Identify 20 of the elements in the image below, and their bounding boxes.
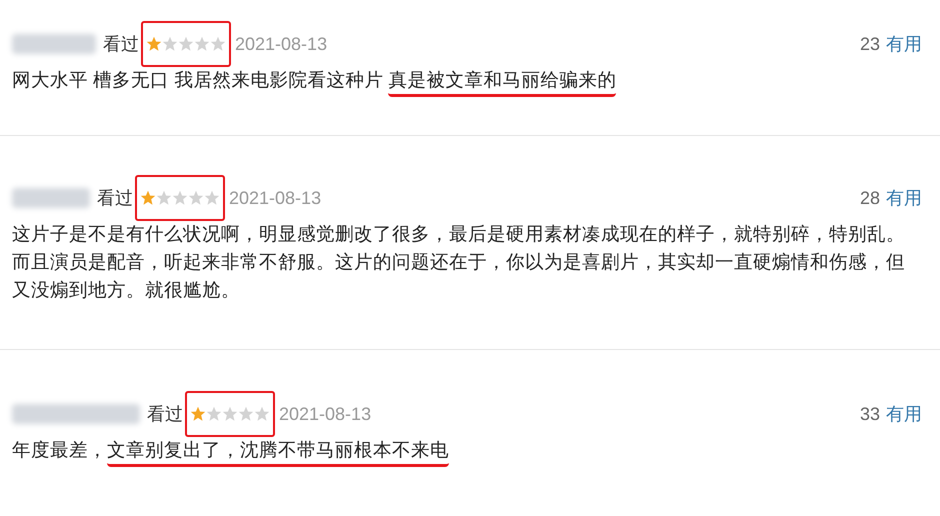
- useful-link[interactable]: 有用: [886, 30, 922, 58]
- watched-label: 看过: [97, 186, 133, 210]
- review-text: 这片子是不是有什么状况啊，明显感觉删改了很多，最后是硬用素材凑成现在的样子，就特别碎，特别乱。: [12, 222, 905, 246]
- filled-star-icon: [146, 36, 162, 52]
- useful-count: 33: [860, 402, 880, 426]
- review-text: 年度最差，文章别复出了，沈腾不带马丽根本不来电: [12, 436, 449, 464]
- useful-count: 28: [860, 186, 880, 210]
- review-date: 2021-08-13: [229, 186, 322, 210]
- filled-star-icon: [140, 190, 156, 206]
- review-date: 2021-08-13: [235, 32, 328, 56]
- useful-link[interactable]: 有用: [886, 184, 922, 212]
- useful-count: 23: [860, 32, 880, 56]
- review-text: 又没煽到地方。就很尴尬。: [12, 278, 240, 302]
- review-date: 2021-08-13: [279, 402, 372, 426]
- filled-star-icon: [190, 406, 206, 422]
- review-text: 网大水平 槽多无口 我居然来电影院看这种片 真是被文章和马丽给骗来的: [12, 66, 616, 94]
- useful-link[interactable]: 有用: [886, 400, 922, 428]
- watched-label: 看过: [147, 402, 183, 426]
- review-text: 而且演员是配音，听起来非常不舒服。这片的问题还在于，你以为是喜剧片，其实却一直硬煽情和伤感，但: [12, 250, 905, 274]
- watched-label: 看过: [103, 32, 139, 56]
